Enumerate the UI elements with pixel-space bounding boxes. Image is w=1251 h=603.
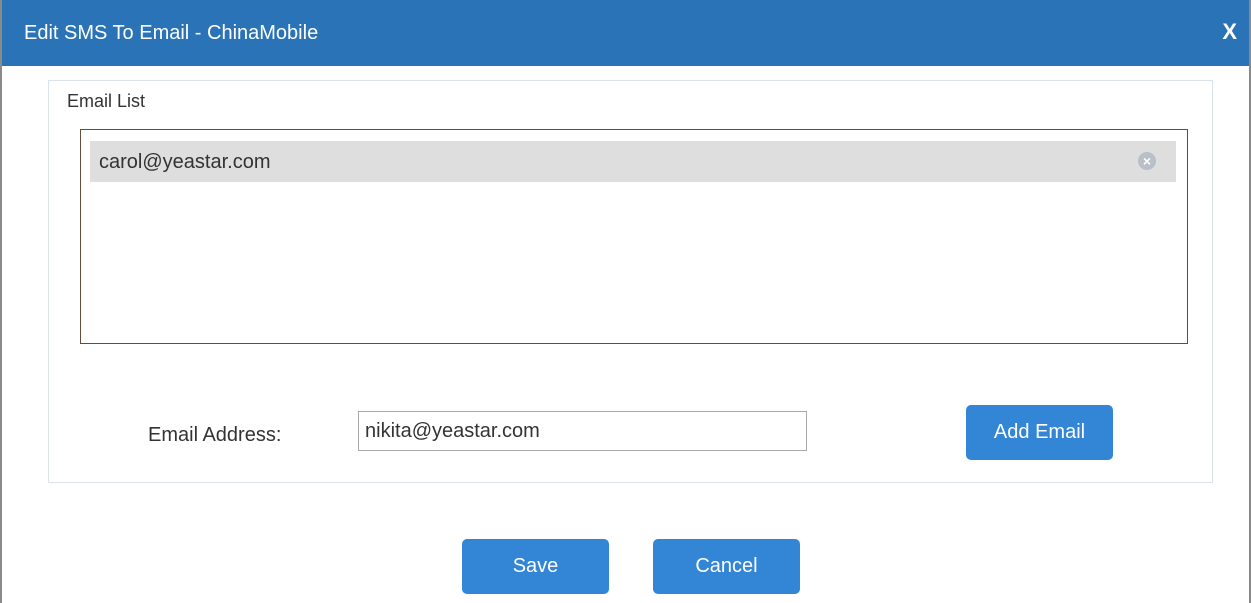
email-address-label: Email Address:: [148, 424, 282, 446]
email-list: carol@yeastar.com ×: [80, 129, 1188, 344]
email-item-address: carol@yeastar.com: [99, 151, 271, 173]
remove-circle-icon[interactable]: ×: [1138, 152, 1156, 170]
dialog-title: Edit SMS To Email - ChinaMobile: [24, 22, 319, 44]
email-settings-panel: Email List carol@yeastar.com × Email Add…: [48, 80, 1213, 483]
dialog-titlebar: Edit SMS To Email - ChinaMobile X: [2, 0, 1249, 66]
save-button[interactable]: Save: [462, 539, 609, 594]
close-button[interactable]: X: [1222, 20, 1237, 44]
email-list-label: Email List: [67, 91, 146, 111]
email-address-input[interactable]: [358, 411, 807, 451]
cancel-button[interactable]: Cancel: [653, 539, 800, 594]
edit-sms-to-email-dialog: Edit SMS To Email - ChinaMobile X Email …: [0, 0, 1251, 603]
list-item[interactable]: carol@yeastar.com ×: [90, 141, 1176, 182]
add-email-button[interactable]: Add Email: [966, 405, 1113, 460]
